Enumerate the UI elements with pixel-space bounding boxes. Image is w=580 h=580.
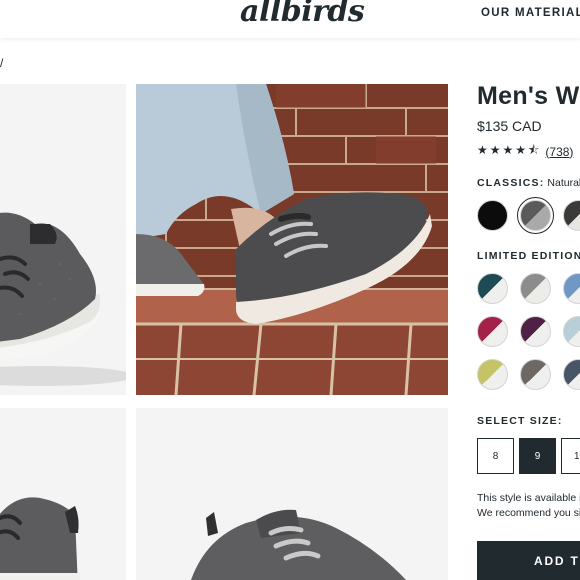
select-size-label: SELECT SIZE: xyxy=(477,415,563,427)
shoe-side-image xyxy=(0,84,126,395)
selected-color-name: Natural G xyxy=(547,177,580,189)
swatch-slate[interactable] xyxy=(563,359,580,390)
review-count-link[interactable]: (738) xyxy=(545,145,573,159)
product-image-side[interactable] xyxy=(0,84,126,395)
swatch-light-grey[interactable] xyxy=(520,273,551,304)
size-option-8[interactable]: 8 xyxy=(477,438,514,474)
product-image-angle[interactable] xyxy=(0,408,126,580)
swatch-berry[interactable] xyxy=(477,316,508,347)
classics-heading: CLASSICS: xyxy=(477,177,545,189)
nav-our-materials[interactable]: OUR MATERIALS xyxy=(481,7,580,19)
swatch-sky-blue[interactable] xyxy=(563,273,580,304)
breadcrumb[interactable]: / xyxy=(0,56,3,70)
swatch-deep-teal[interactable] xyxy=(477,273,508,304)
add-to-cart-button[interactable]: ADD TO xyxy=(477,541,580,580)
rating-stars-icon: ★★★★⯪ xyxy=(477,143,542,157)
size-recommendation-note: We recommend you si xyxy=(477,507,580,519)
lifestyle-stairs-image xyxy=(136,84,448,395)
product-image-front[interactable] xyxy=(136,408,448,580)
swatch-charcoal[interactable] xyxy=(563,200,580,231)
allbirds-logo[interactable]: allbirds xyxy=(240,0,365,29)
product-image-lifestyle[interactable] xyxy=(136,84,448,395)
availability-note: This style is available i xyxy=(477,492,580,504)
swatch-natural-grey[interactable] xyxy=(520,200,551,231)
product-rating[interactable]: ★★★★⯪ (738) xyxy=(477,141,573,162)
swatch-plum[interactable] xyxy=(520,316,551,347)
swatch-black[interactable] xyxy=(477,200,508,231)
site-header: allbirds OUR MATERIALS xyxy=(0,0,580,38)
swatch-taupe[interactable] xyxy=(520,359,551,390)
size-option-9[interactable]: 9 xyxy=(519,438,556,474)
product-page: allbirds OUR MATERIALS / xyxy=(0,0,580,580)
shoe-front-image xyxy=(136,408,448,580)
swatch-pale-blue[interactable] xyxy=(563,316,580,347)
shoe-angle-image xyxy=(0,408,126,580)
classics-label: CLASSICS:Natural G xyxy=(477,177,580,189)
product-price: $135 CAD xyxy=(477,118,542,134)
size-option-10[interactable]: 10 xyxy=(561,438,580,474)
swatch-lime[interactable] xyxy=(477,359,508,390)
product-title: Men's Wo xyxy=(477,82,580,110)
limited-edition-label: LIMITED EDITION: xyxy=(477,250,580,262)
